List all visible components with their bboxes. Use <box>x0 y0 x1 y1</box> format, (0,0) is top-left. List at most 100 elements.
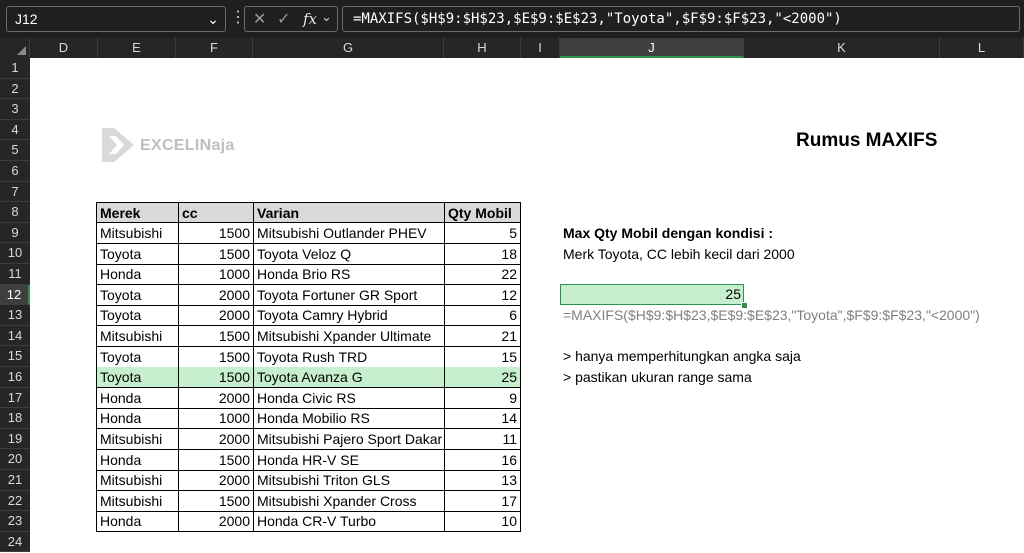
table-cell[interactable]: 17 <box>444 490 521 512</box>
table-cell[interactable]: Mitsubishi <box>96 429 178 450</box>
table-header-cell[interactable]: Varian <box>253 202 444 223</box>
column-header-j[interactable]: J <box>560 38 744 58</box>
column-header-g[interactable]: G <box>253 38 444 58</box>
chevron-down-icon[interactable]: ⌄ <box>207 7 219 31</box>
table-cell[interactable]: 1500 <box>178 367 253 389</box>
column-header-f[interactable]: F <box>176 38 253 58</box>
table-cell[interactable]: 21 <box>444 326 521 347</box>
table-cell[interactable]: Toyota Rush TRD <box>253 346 444 368</box>
table-cell[interactable]: 1500 <box>178 326 253 347</box>
table-header-cell[interactable]: cc <box>178 202 253 223</box>
row-header-12[interactable]: 12 <box>0 284 30 306</box>
row-header-7[interactable]: 7 <box>0 181 30 203</box>
table-cell[interactable]: Mitsubishi Triton GLS <box>253 470 444 492</box>
table-cell[interactable]: Mitsubishi Outlander PHEV <box>253 223 444 244</box>
table-cell[interactable]: Toyota <box>96 367 178 389</box>
table-cell[interactable]: Honda <box>96 387 178 409</box>
table-cell[interactable]: Mitsubishi <box>96 470 178 492</box>
table-cell[interactable]: Honda <box>96 264 178 286</box>
row-header-16[interactable]: 16 <box>0 367 30 388</box>
table-cell[interactable]: 1500 <box>178 490 253 512</box>
table-cell[interactable]: Honda <box>96 408 178 430</box>
table-cell[interactable]: Honda <box>96 449 178 471</box>
table-cell[interactable]: Toyota Veloz Q <box>253 243 444 265</box>
table-cell[interactable]: 2000 <box>178 387 253 409</box>
table-cell[interactable]: 22 <box>444 264 521 286</box>
table-cell[interactable]: 1500 <box>178 243 253 265</box>
row-header-11[interactable]: 11 <box>0 264 30 285</box>
column-header-d[interactable]: D <box>30 38 98 58</box>
table-cell[interactable]: 2000 <box>178 470 253 492</box>
table-cell[interactable]: Honda Mobilio RS <box>253 408 444 430</box>
table-cell[interactable]: Honda <box>96 511 178 533</box>
row-header-15[interactable]: 15 <box>0 346 30 367</box>
table-cell[interactable]: 12 <box>444 284 521 306</box>
table-cell[interactable]: Toyota <box>96 284 178 306</box>
name-box[interactable]: J12 ⌄ <box>6 6 226 32</box>
table-cell[interactable]: Mitsubishi Pajero Sport Dakar <box>253 429 444 450</box>
row-header-21[interactable]: 21 <box>0 470 30 491</box>
row-header-13[interactable]: 13 <box>0 305 30 326</box>
row-header-10[interactable]: 10 <box>0 243 30 264</box>
table-cell[interactable]: 1500 <box>178 223 253 244</box>
row-header-9[interactable]: 9 <box>0 222 30 244</box>
row-header-24[interactable]: 24 <box>0 531 30 553</box>
table-cell[interactable]: 5 <box>444 223 521 244</box>
table-cell[interactable]: Toyota Camry Hybrid <box>253 305 444 327</box>
row-header-22[interactable]: 22 <box>0 490 30 512</box>
table-cell[interactable]: Toyota Fortuner GR Sport <box>253 284 444 306</box>
table-cell[interactable]: Mitsubishi Xpander Ultimate <box>253 326 444 347</box>
table-cell[interactable]: Mitsubishi <box>96 223 178 244</box>
row-header-19[interactable]: 19 <box>0 428 30 450</box>
table-cell[interactable]: Mitsubishi <box>96 490 178 512</box>
table-cell[interactable]: 2000 <box>178 511 253 533</box>
table-cell[interactable]: Mitsubishi <box>96 326 178 347</box>
table-cell[interactable]: 13 <box>444 470 521 492</box>
row-header-1[interactable]: 1 <box>0 58 30 79</box>
row-header-23[interactable]: 23 <box>0 511 30 532</box>
table-cell[interactable]: 6 <box>444 305 521 327</box>
fx-chevron-icon[interactable]: ⌄ <box>321 9 332 25</box>
table-header-cell[interactable]: Merek <box>96 202 178 223</box>
table-cell[interactable]: Honda Brio RS <box>253 264 444 286</box>
table-cell[interactable]: 25 <box>444 367 521 389</box>
table-cell[interactable]: Mitsubishi Xpander Cross <box>253 490 444 512</box>
table-cell[interactable]: Honda CR-V Turbo <box>253 511 444 533</box>
column-header-e[interactable]: E <box>98 38 176 58</box>
row-header-3[interactable]: 3 <box>0 99 30 120</box>
column-header-l[interactable]: L <box>940 38 1024 58</box>
row-header-14[interactable]: 14 <box>0 325 30 347</box>
row-header-20[interactable]: 20 <box>0 449 30 470</box>
row-header-6[interactable]: 6 <box>0 161 30 182</box>
table-header-cell[interactable]: Qty Mobil <box>444 202 521 223</box>
table-cell[interactable]: Toyota <box>96 346 178 368</box>
cancel-icon[interactable]: ✕ <box>253 9 266 29</box>
result-cell-j12[interactable]: 25 <box>560 284 744 305</box>
enter-icon[interactable]: ✓ <box>277 9 290 29</box>
table-cell[interactable]: 9 <box>444 387 521 409</box>
table-cell[interactable]: 2000 <box>178 305 253 327</box>
select-all-corner[interactable] <box>0 38 30 58</box>
table-cell[interactable]: 11 <box>444 429 521 450</box>
row-header-18[interactable]: 18 <box>0 408 30 429</box>
row-header-8[interactable]: 8 <box>0 202 30 223</box>
table-cell[interactable]: Honda HR-V SE <box>253 449 444 471</box>
row-header-4[interactable]: 4 <box>0 119 30 141</box>
table-cell[interactable]: Honda Civic RS <box>253 387 444 409</box>
column-header-k[interactable]: K <box>744 38 940 58</box>
formula-input[interactable]: =MAXIFS($H$9:$H$23,$E$9:$E$23,"Toyota",$… <box>342 6 1020 32</box>
table-cell[interactable]: 1000 <box>178 264 253 286</box>
table-cell[interactable]: 16 <box>444 449 521 471</box>
column-header-i[interactable]: I <box>521 38 560 58</box>
table-cell[interactable]: 1500 <box>178 449 253 471</box>
table-cell[interactable]: 18 <box>444 243 521 265</box>
table-cell[interactable]: Toyota Avanza G <box>253 367 444 389</box>
insert-function-icon[interactable]: fx <box>303 10 317 28</box>
table-cell[interactable]: Toyota <box>96 243 178 265</box>
row-header-5[interactable]: 5 <box>0 140 30 161</box>
table-cell[interactable]: Toyota <box>96 305 178 327</box>
table-cell[interactable]: 10 <box>444 511 521 533</box>
table-cell[interactable]: 15 <box>444 346 521 368</box>
row-header-2[interactable]: 2 <box>0 78 30 100</box>
table-cell[interactable]: 2000 <box>178 284 253 306</box>
